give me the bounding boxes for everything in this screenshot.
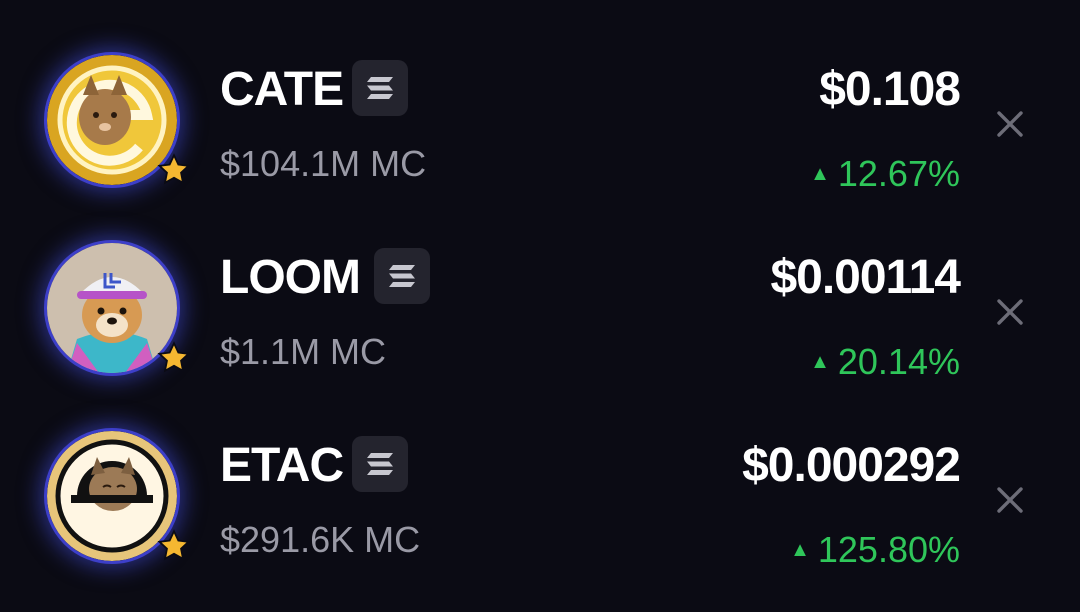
up-arrow-icon: ▲	[810, 351, 830, 373]
up-arrow-icon: ▲	[810, 163, 830, 185]
market-cap: $291.6K MC	[220, 519, 421, 560]
token-avatar-wrap	[44, 52, 191, 196]
token-avatar-wrap	[44, 240, 191, 384]
remove-close-icon[interactable]	[996, 486, 1024, 514]
token-name: ETAC	[220, 439, 344, 492]
token-price: $0.108	[819, 63, 961, 116]
token-row-etac[interactable]: ETAC $291.6K MC $0.000292 ▲ 125.80%	[0, 376, 1080, 568]
token-watchlist: CATE $104.1M MC $0.108 ▲ 12.67% LOOM $1.…	[0, 0, 1080, 612]
price-change: ▲ 20.14%	[810, 344, 960, 380]
remove-close-icon[interactable]	[996, 110, 1024, 138]
market-cap: $1.1M MC	[220, 331, 387, 372]
solana-chain-icon	[352, 60, 408, 116]
price-change-value: 12.67%	[837, 153, 960, 194]
token-row-cate[interactable]: CATE $104.1M MC $0.108 ▲ 12.67%	[0, 0, 1080, 192]
token-name: LOOM	[220, 251, 361, 304]
price-change-value: 20.14%	[837, 341, 960, 382]
favorite-star-icon[interactable]	[154, 150, 194, 190]
solana-chain-icon	[352, 436, 408, 492]
price-change-value: 125.80%	[817, 529, 960, 570]
price-change: ▲ 125.80%	[790, 532, 960, 568]
token-price: $0.00114	[770, 251, 961, 304]
token-price: $0.000292	[742, 439, 961, 492]
favorite-star-icon[interactable]	[154, 338, 194, 378]
price-change: ▲ 12.67%	[810, 156, 960, 192]
token-name: CATE	[220, 63, 344, 116]
token-avatar-wrap	[44, 428, 191, 572]
remove-close-icon[interactable]	[996, 298, 1024, 326]
market-cap: $104.1M MC	[220, 143, 427, 184]
favorite-star-icon[interactable]	[154, 526, 194, 566]
token-row-loom[interactable]: LOOM $1.1M MC $0.00114 ▲ 20.14%	[0, 188, 1080, 380]
up-arrow-icon: ▲	[790, 539, 810, 561]
solana-chain-icon	[374, 248, 430, 304]
